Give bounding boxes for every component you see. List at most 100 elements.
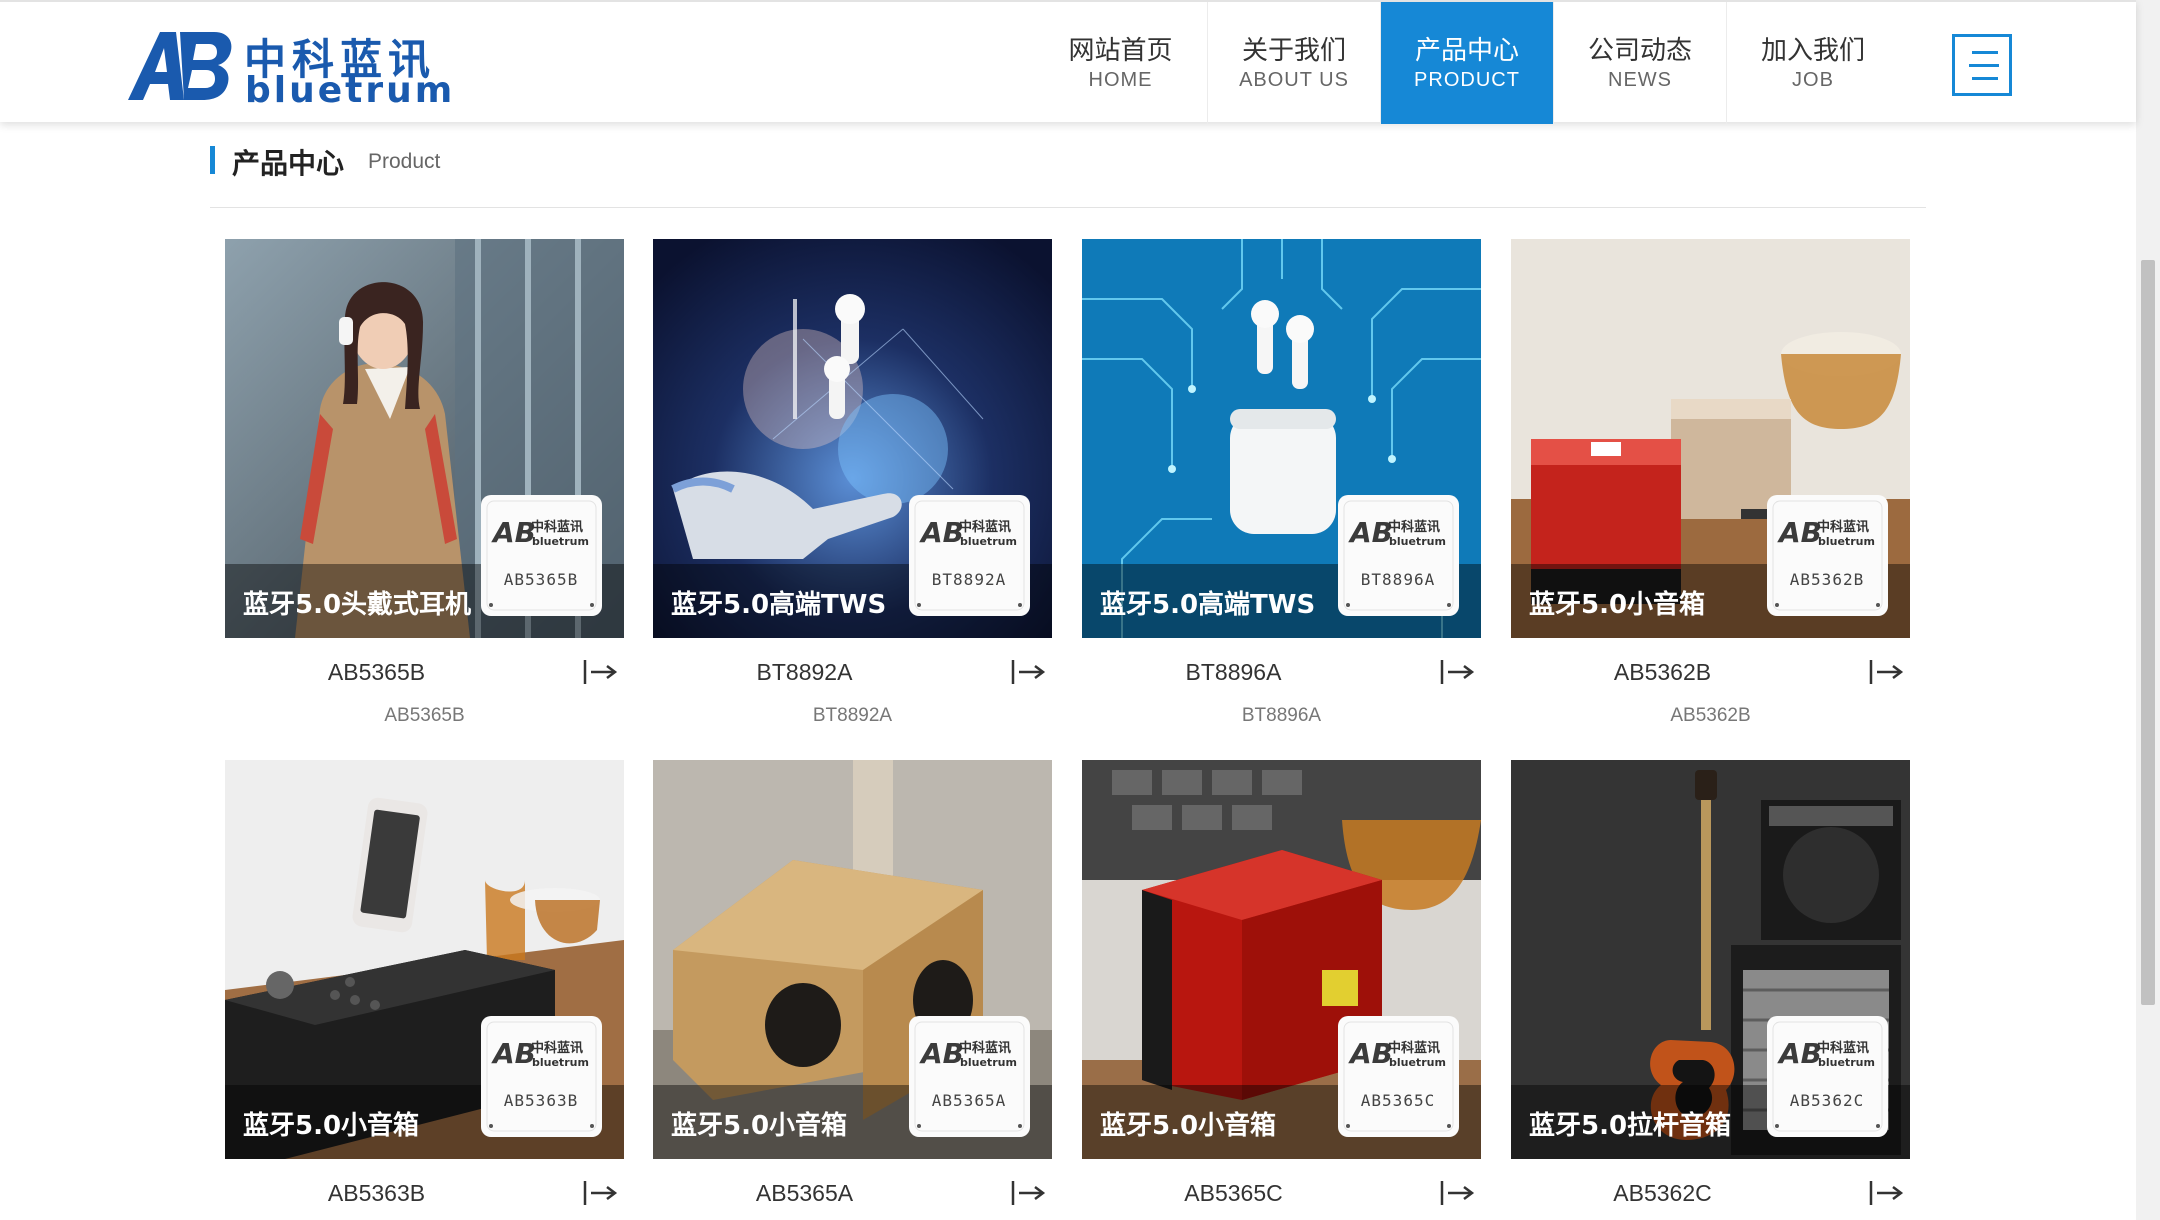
nav-item-label-cn: 产品中心 xyxy=(1414,36,1519,66)
chip-badge: AB 中科蓝讯 bluetrum AB5365C xyxy=(1338,1016,1459,1137)
product-image[interactable]: 蓝牙5.0高端TWS AB 中科蓝讯 bluetrum BT8896A xyxy=(1082,239,1481,638)
product-image[interactable]: 蓝牙5.0小音箱 AB 中科蓝讯 bluetrum AB5365A xyxy=(653,760,1052,1159)
chip-brand-cn: 中科蓝讯 xyxy=(1388,519,1440,535)
product-name[interactable]: AB5365C xyxy=(1082,1180,1385,1207)
arrow-right-icon[interactable] xyxy=(1868,657,1904,687)
chip-brand-cn: 中科蓝讯 xyxy=(959,519,1011,535)
product-banner-text: 蓝牙5.0小音箱 xyxy=(1529,589,1705,620)
product-image[interactable]: 蓝牙5.0小音箱 AB 中科蓝讯 bluetrum AB5365C xyxy=(1082,760,1481,1159)
arrow-right-icon[interactable] xyxy=(582,1178,618,1208)
chip-brand-en: bluetrum xyxy=(532,1056,589,1069)
main-nav: 网站首页 HOME 关于我们 ABOUT US 产品中心 PRODUCT 公司动态 NEWS 加… xyxy=(1034,2,1899,124)
product-banner-text: 蓝牙5.0小音箱 xyxy=(243,1110,419,1141)
product-banner-text: 蓝牙5.0小音箱 xyxy=(671,1110,847,1141)
chip-badge: AB 中科蓝讯 bluetrum BT8896A xyxy=(1338,495,1459,616)
product-name[interactable]: AB5365A xyxy=(653,1180,956,1207)
chip-brand-cn: 中科蓝讯 xyxy=(1817,519,1869,535)
nav-item-news[interactable]: 公司动态 NEWS xyxy=(1553,2,1726,124)
product-name[interactable]: AB5365B xyxy=(225,659,528,686)
section-title-cn: 产品中心 xyxy=(232,147,345,180)
product-banner-text: 蓝牙5.0拉杆音箱 xyxy=(1529,1110,1731,1141)
product-name[interactable]: AB5363B xyxy=(225,1180,528,1207)
chip-brand-cn: 中科蓝讯 xyxy=(531,1040,583,1056)
arrow-right-icon[interactable] xyxy=(1439,1178,1475,1208)
product-image[interactable]: 蓝牙5.0拉杆音箱 AB 中科蓝讯 bluetrum AB5362C xyxy=(1511,760,1910,1159)
product-subtitle: BT8892A xyxy=(812,705,893,726)
nav-item-label-cn: 关于我们 xyxy=(1241,36,1346,66)
nav-item-label-cn: 加入我们 xyxy=(1760,36,1865,66)
chip-model-text: AB5365A xyxy=(932,1091,1006,1110)
chip-brand-cn: 中科蓝讯 xyxy=(531,519,583,535)
nav-item-label-en: JOB xyxy=(1792,69,1834,91)
nav-item-label-cn: 公司动态 xyxy=(1587,36,1692,66)
svg-text:AB: AB xyxy=(1348,1037,1393,1070)
chip-badge: AB 中科蓝讯 bluetrum AB5365B xyxy=(481,495,602,616)
nav-item-label-en: PRODUCT xyxy=(1414,69,1520,91)
product-image[interactable]: 蓝牙5.0高端TWS AB 中科蓝讯 bluetrum BT8892A xyxy=(653,239,1052,638)
arrow-right-icon[interactable] xyxy=(1439,657,1475,687)
chip-model-text: AB5365B xyxy=(504,570,578,589)
chip-model-text: AB5362C xyxy=(1790,1091,1864,1110)
product-image[interactable]: 蓝牙5.0小音箱 AB 中科蓝讯 bluetrum AB5362B xyxy=(1511,239,1910,638)
ab-logo-icon xyxy=(128,32,232,100)
product-subtitle: BT8896A xyxy=(1241,705,1322,726)
chip-badge: AB 中科蓝讯 bluetrum AB5362C xyxy=(1767,1016,1888,1137)
chip-brand-en: bluetrum xyxy=(532,535,589,548)
nav-item-label-en: ABOUT US xyxy=(1239,69,1349,91)
product-name[interactable]: AB5362C xyxy=(1511,1180,1814,1207)
chip-brand-cn: 中科蓝讯 xyxy=(1388,1040,1440,1056)
chip-model-text: AB5365C xyxy=(1361,1091,1435,1110)
nav-item-job[interactable]: 加入我们 JOB xyxy=(1726,2,1899,124)
chip-brand-cn: 中科蓝讯 xyxy=(1817,1040,1869,1056)
chip-badge: AB 中科蓝讯 bluetrum BT8892A xyxy=(909,495,1030,616)
svg-text:AB: AB xyxy=(919,516,964,549)
product-banner-text: 蓝牙5.0高端TWS xyxy=(671,589,886,620)
site-header: 中科蓝讯 bluetrum 网站首页 HOME 关于我们 ABOUT US 产品中心 PR… xyxy=(0,0,2136,124)
chip-badge: AB 中科蓝讯 bluetrum AB5365A xyxy=(909,1016,1030,1137)
svg-text:AB: AB xyxy=(1777,1037,1822,1070)
page-scrollbar[interactable] xyxy=(2136,0,2160,1220)
chip-brand-en: bluetrum xyxy=(1818,535,1875,548)
chip-model-text: AB5362B xyxy=(1790,570,1864,589)
nav-item-label-en: NEWS xyxy=(1608,69,1672,91)
product-image[interactable]: 蓝牙5.0小音箱 AB 中科蓝讯 bluetrum AB5363B xyxy=(225,760,624,1159)
svg-text:AB: AB xyxy=(491,516,536,549)
product-name[interactable]: AB5362B xyxy=(1511,659,1814,686)
nav-item-label-en: HOME xyxy=(1088,69,1153,91)
section-title-en: Product xyxy=(368,150,441,173)
title-accent-bar xyxy=(210,146,215,174)
chip-model-text: BT8892A xyxy=(932,570,1006,589)
nav-item-home[interactable]: 网站首页 HOME xyxy=(1034,2,1207,124)
chip-brand-en: bluetrum xyxy=(960,1056,1017,1069)
arrow-right-icon[interactable] xyxy=(1010,657,1046,687)
chip-model-text: BT8896A xyxy=(1361,570,1435,589)
product-name[interactable]: BT8896A xyxy=(1082,659,1385,686)
product-banner-text: 蓝牙5.0小音箱 xyxy=(1100,1110,1276,1141)
chip-badge: AB 中科蓝讯 bluetrum AB5362B xyxy=(1767,495,1888,616)
nav-item-product[interactable]: 产品中心 PRODUCT xyxy=(1380,2,1553,124)
product-subtitle: AB5365B xyxy=(384,705,465,726)
site-logo[interactable]: 中科蓝讯 bluetrum xyxy=(126,26,452,111)
chip-brand-en: bluetrum xyxy=(960,535,1017,548)
product-banner-text: 蓝牙5.0高端TWS xyxy=(1100,589,1315,620)
hamburger-menu-icon[interactable] xyxy=(1952,34,2012,96)
section-header: 产品中心 Product xyxy=(210,142,1926,208)
product-image[interactable]: 蓝牙5.0头戴式耳机 AB 中科蓝讯 bluetrum AB5365B xyxy=(225,239,624,638)
scrollbar-thumb[interactable] xyxy=(2141,260,2155,1005)
arrow-right-icon[interactable] xyxy=(1868,1178,1904,1208)
product-name[interactable]: BT8892A xyxy=(653,659,956,686)
chip-brand-en: bluetrum xyxy=(1389,535,1446,548)
chip-badge: AB 中科蓝讯 bluetrum AB5363B xyxy=(481,1016,602,1137)
nav-item-about-us[interactable]: 关于我们 ABOUT US xyxy=(1207,2,1380,124)
arrow-right-icon[interactable] xyxy=(1010,1178,1046,1208)
svg-text:AB: AB xyxy=(1777,516,1822,549)
arrow-right-icon[interactable] xyxy=(582,657,618,687)
product-subtitle: AB5362B xyxy=(1670,705,1751,726)
chip-brand-en: bluetrum xyxy=(1818,1056,1875,1069)
chip-brand-cn: 中科蓝讯 xyxy=(959,1040,1011,1056)
svg-text:AB: AB xyxy=(491,1037,536,1070)
logo-english-text: bluetrum xyxy=(245,70,456,111)
chip-brand-en: bluetrum xyxy=(1389,1056,1446,1069)
svg-text:AB: AB xyxy=(1348,516,1393,549)
nav-item-label-cn: 网站首页 xyxy=(1068,36,1173,66)
